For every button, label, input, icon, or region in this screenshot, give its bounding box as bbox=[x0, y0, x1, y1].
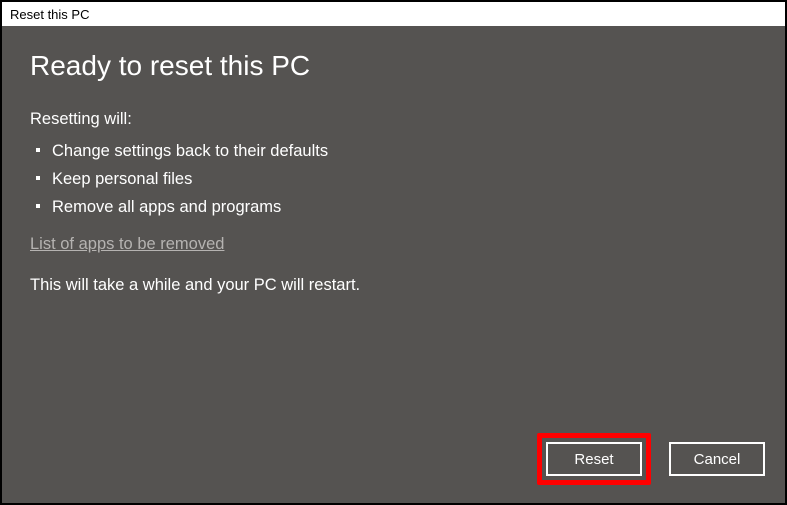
restart-info: This will take a while and your PC will … bbox=[30, 276, 757, 295]
list-of-apps-link[interactable]: List of apps to be removed bbox=[30, 235, 757, 254]
reset-button-highlight: Reset bbox=[537, 433, 651, 485]
cancel-button[interactable]: Cancel bbox=[669, 442, 765, 476]
reset-button[interactable]: Reset bbox=[546, 442, 642, 476]
list-item: Remove all apps and programs bbox=[30, 193, 757, 221]
list-item: Change settings back to their defaults bbox=[30, 137, 757, 165]
list-item: Keep personal files bbox=[30, 165, 757, 193]
reset-pc-dialog: Reset this PC Ready to reset this PC Res… bbox=[0, 0, 787, 505]
titlebar: Reset this PC bbox=[2, 2, 785, 26]
resetting-will-label: Resetting will: bbox=[30, 110, 757, 129]
dialog-content: Ready to reset this PC Resetting will: C… bbox=[2, 26, 785, 503]
page-heading: Ready to reset this PC bbox=[30, 50, 757, 82]
dialog-buttons: Reset Cancel bbox=[537, 433, 765, 485]
window-title: Reset this PC bbox=[10, 7, 89, 22]
reset-actions-list: Change settings back to their defaults K… bbox=[30, 137, 757, 221]
